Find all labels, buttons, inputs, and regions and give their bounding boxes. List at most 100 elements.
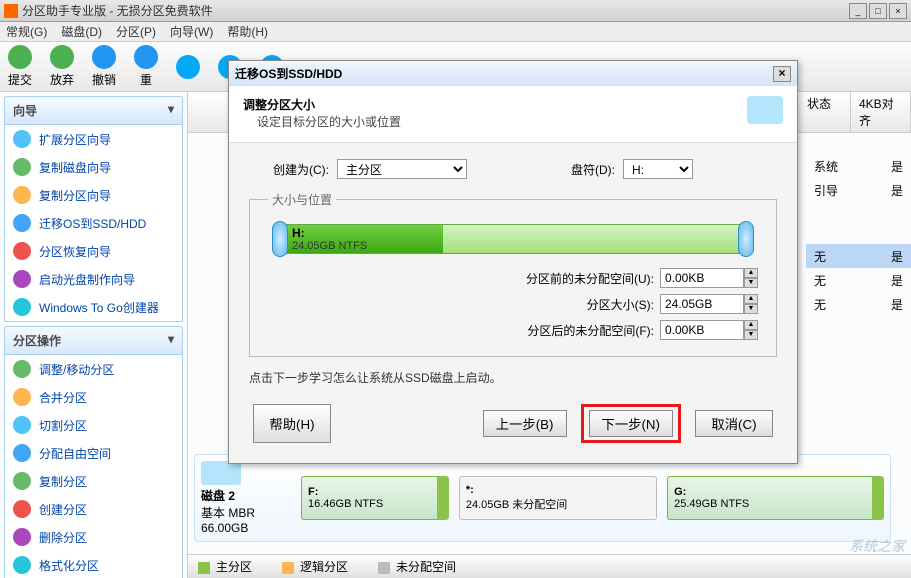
spin-down[interactable]: ▼ (744, 278, 758, 288)
sidebar-item-split[interactable]: 切割分区 (5, 411, 182, 439)
panel-wizard-header[interactable]: 向导▾ (4, 96, 183, 125)
before-label: 分区前的未分配空间(U): (474, 270, 654, 287)
sidebar-item-copy-disk[interactable]: 复制磁盘向导 (5, 153, 182, 181)
merge-icon (13, 388, 31, 406)
dialog-subheading: 设定目标分区的大小或位置 (257, 113, 401, 130)
table-row[interactable]: 系统是 (806, 154, 911, 178)
maximize-button[interactable]: □ (869, 3, 887, 19)
format-icon (13, 556, 31, 574)
partition-unalloc[interactable]: *:24.05GB 未分配空间 (459, 476, 657, 520)
next-button[interactable]: 下一步(N) (589, 410, 674, 437)
panel-ops-header[interactable]: 分区操作▾ (4, 326, 183, 355)
table-rows: 系统是 引导是 无是 无是 无是 (806, 112, 911, 316)
disk-icon (747, 96, 783, 124)
slider-handle-left[interactable] (272, 221, 288, 257)
sidebar-item-extend[interactable]: 扩展分区向导 (5, 125, 182, 153)
split-icon (13, 416, 31, 434)
undo-button[interactable]: 撤销 (92, 45, 116, 88)
size-input[interactable] (660, 294, 744, 314)
disk-icon (201, 461, 241, 485)
extend-icon (13, 130, 31, 148)
sidebar: 向导▾ 扩展分区向导 复制磁盘向导 复制分区向导 迁移OS到SSD/HDD 分区… (0, 92, 188, 578)
chevron-down-icon: ▾ (168, 332, 174, 349)
cancel-button[interactable]: 取消(C) (695, 410, 773, 437)
sidebar-item-format[interactable]: 格式化分区 (5, 551, 182, 578)
table-row[interactable]: 引导是 (806, 178, 911, 202)
minimize-button[interactable]: _ (849, 3, 867, 19)
dialog-titlebar[interactable]: 迁移OS到SSD/HDD × (229, 61, 797, 86)
sidebar-item-create[interactable]: 创建分区 (5, 495, 182, 523)
disc-icon (13, 270, 31, 288)
drive-label: 盘符(D): (475, 161, 615, 178)
menu-partition[interactable]: 分区(P) (116, 23, 156, 40)
chevron-down-icon: ▾ (168, 102, 174, 119)
sidebar-item-recover[interactable]: 分区恢复向导 (5, 237, 182, 265)
spin-down[interactable]: ▼ (744, 330, 758, 340)
disk-icon (176, 55, 200, 79)
legend-primary: 主分区 (198, 558, 252, 575)
sidebar-item-resize[interactable]: 调整/移动分区 (5, 355, 182, 383)
spin-down[interactable]: ▼ (744, 304, 758, 314)
redo-button[interactable]: 重 (134, 45, 158, 88)
create-icon (13, 500, 31, 518)
table-row[interactable]: 无是 (806, 292, 911, 316)
menubar: 常规(G) 磁盘(D) 分区(P) 向导(W) 帮助(H) (0, 22, 911, 42)
sidebar-item-bootdisc[interactable]: 启动光盘制作向导 (5, 265, 182, 293)
sidebar-item-merge[interactable]: 合并分区 (5, 383, 182, 411)
app-icon (4, 4, 18, 18)
hint-text: 点击下一步学习怎么让系统从SSD磁盘上启动。 (249, 369, 777, 386)
size-group: 大小与位置 H: 24.05GB NTFS 分区前的未分配空间(U):▲▼ 分区… (249, 191, 777, 357)
dialog-header: 调整分区大小 设定目标分区的大小或位置 (229, 86, 797, 143)
spin-up[interactable]: ▲ (744, 320, 758, 330)
migrate-os-dialog: 迁移OS到SSD/HDD × 调整分区大小 设定目标分区的大小或位置 创建为(C… (228, 60, 798, 464)
recover-icon (13, 242, 31, 260)
table-row[interactable]: 无是 (806, 268, 911, 292)
menu-help[interactable]: 帮助(H) (227, 23, 268, 40)
disk-button[interactable] (176, 55, 200, 79)
undo-icon (92, 45, 116, 69)
legend-logical: 逻辑分区 (282, 558, 348, 575)
before-input[interactable] (660, 268, 744, 288)
spin-up[interactable]: ▲ (744, 268, 758, 278)
migrate-icon (13, 214, 31, 232)
allocate-icon (13, 444, 31, 462)
spin-up[interactable]: ▲ (744, 294, 758, 304)
window-title: 分区助手专业版 - 无损分区免费软件 (22, 2, 849, 19)
sidebar-item-copy-part[interactable]: 复制分区向导 (5, 181, 182, 209)
resize-icon (13, 360, 31, 378)
partition-g[interactable]: G:25.49GB NTFS (667, 476, 884, 520)
dialog-close-button[interactable]: × (773, 66, 791, 82)
menu-wizard[interactable]: 向导(W) (170, 23, 213, 40)
copy-disk-icon (13, 158, 31, 176)
sidebar-item-migrate-os[interactable]: 迁移OS到SSD/HDD (5, 209, 182, 237)
sidebar-item-delete[interactable]: 删除分区 (5, 523, 182, 551)
disk-2-row[interactable]: 磁盘 2 基本 MBR 66.00GB F:16.46GB NTFS *:24.… (194, 454, 891, 542)
create-as-select[interactable]: 主分区 (337, 159, 467, 179)
legend-unalloc: 未分配空间 (378, 558, 456, 575)
copy-icon (13, 472, 31, 490)
sidebar-item-wtg[interactable]: Windows To Go创建器 (5, 293, 182, 321)
after-input[interactable] (660, 320, 744, 340)
watermark: 系统之家 (849, 536, 905, 556)
close-button[interactable]: × (889, 3, 907, 19)
create-as-label: 创建为(C): (249, 161, 329, 178)
dialog-heading: 调整分区大小 (243, 96, 401, 113)
after-label: 分区后的未分配空间(F): (474, 322, 654, 339)
sidebar-item-copy[interactable]: 复制分区 (5, 467, 182, 495)
partition-f[interactable]: F:16.46GB NTFS (301, 476, 449, 520)
copy-part-icon (13, 186, 31, 204)
sidebar-item-allocate[interactable]: 分配自由空间 (5, 439, 182, 467)
menu-general[interactable]: 常规(G) (6, 23, 47, 40)
size-slider[interactable]: H: 24.05GB NTFS (268, 224, 758, 258)
slider-handle-right[interactable] (738, 221, 754, 257)
help-button[interactable]: 帮助(H) (253, 404, 331, 443)
menu-disk[interactable]: 磁盘(D) (61, 23, 102, 40)
commit-button[interactable]: 提交 (8, 45, 32, 88)
size-label: 分区大小(S): (474, 296, 654, 313)
redo-icon (134, 45, 158, 69)
discard-button[interactable]: 放弃 (50, 45, 74, 88)
prev-button[interactable]: 上一步(B) (483, 410, 567, 437)
table-row[interactable]: 无是 (806, 244, 911, 268)
check-icon (8, 45, 32, 69)
drive-select[interactable]: H: (623, 159, 693, 179)
